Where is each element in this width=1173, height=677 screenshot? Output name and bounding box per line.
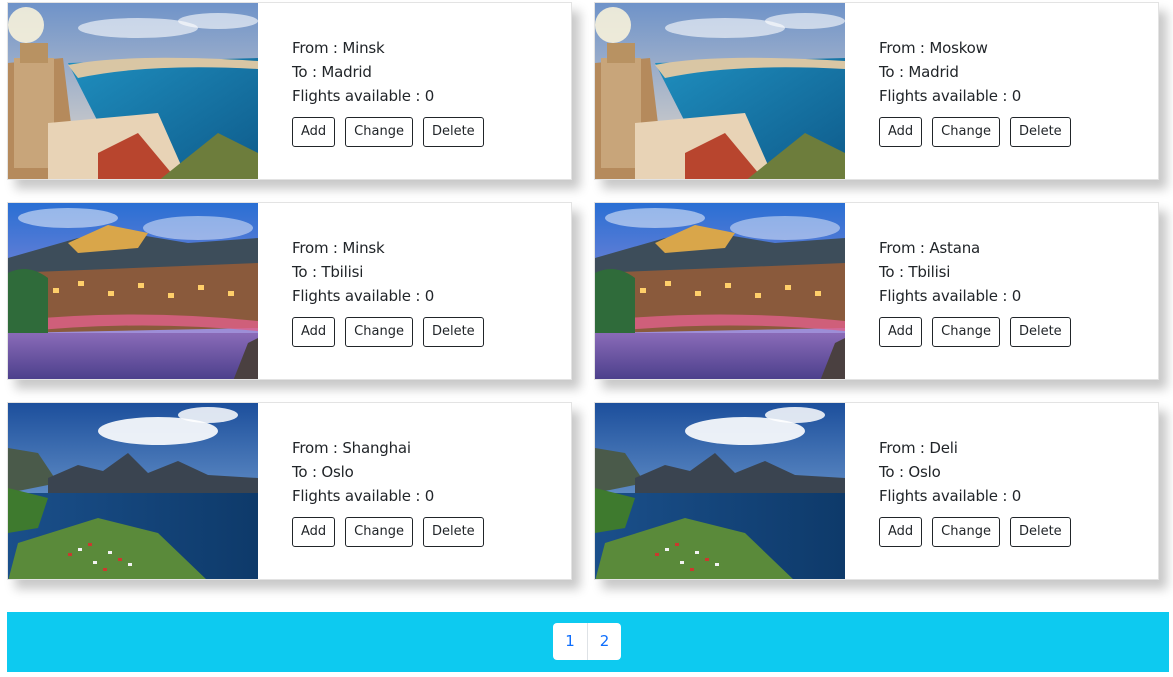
add-button[interactable]: Add bbox=[879, 317, 923, 347]
to-line: To : Tbilisi bbox=[879, 263, 951, 281]
to-line: To : Madrid bbox=[292, 63, 372, 81]
delete-button[interactable]: Delete bbox=[1009, 517, 1071, 547]
change-button[interactable]: Change bbox=[932, 517, 1000, 547]
delete-button[interactable]: Delete bbox=[422, 117, 484, 147]
flights-line: Flights available : 0 bbox=[879, 87, 1022, 105]
destination-image bbox=[8, 403, 258, 579]
flights-line: Flights available : 0 bbox=[292, 87, 435, 105]
flights-count: 0 bbox=[424, 87, 435, 105]
flights-count: 0 bbox=[424, 287, 435, 305]
to-city: Oslo bbox=[321, 463, 354, 481]
flights-count: 0 bbox=[424, 487, 435, 505]
from-city: Deli bbox=[929, 439, 958, 457]
pagination-bar: 1 2 bbox=[7, 612, 1169, 672]
flights-grid: From : Minsk To : Madrid Flights availab… bbox=[0, 0, 1173, 677]
flight-card: From : Moskow To : Madrid Flights availa… bbox=[594, 2, 1159, 180]
add-button[interactable]: Add bbox=[292, 317, 336, 347]
flight-card: From : Minsk To : Madrid Flights availab… bbox=[7, 2, 572, 180]
destination-image bbox=[595, 403, 845, 579]
flight-info: From : Astana To : Tbilisi Flights avail… bbox=[879, 236, 1149, 347]
flight-info: From : Minsk To : Tbilisi Flights availa… bbox=[292, 236, 562, 347]
pagination: 1 2 bbox=[553, 623, 621, 660]
delete-button[interactable]: Delete bbox=[422, 317, 484, 347]
night-city-photo bbox=[8, 203, 258, 379]
flight-info: From : Shanghai To : Oslo Flights availa… bbox=[292, 436, 562, 547]
to-line: To : Madrid bbox=[879, 63, 959, 81]
destination-image bbox=[8, 203, 258, 379]
from-city: Astana bbox=[929, 239, 981, 257]
flight-card: From : Minsk To : Tbilisi Flights availa… bbox=[7, 202, 572, 380]
flight-info: From : Minsk To : Madrid Flights availab… bbox=[292, 36, 562, 147]
from-city: Minsk bbox=[342, 39, 385, 57]
change-button[interactable]: Change bbox=[932, 117, 1000, 147]
flight-card: From : Shanghai To : Oslo Flights availa… bbox=[7, 402, 572, 580]
flights-count: 0 bbox=[1011, 487, 1022, 505]
from-city: Shanghai bbox=[342, 439, 411, 457]
from-city: Minsk bbox=[342, 239, 385, 257]
to-city: Madrid bbox=[321, 63, 372, 81]
destination-image bbox=[595, 3, 845, 179]
flights-line: Flights available : 0 bbox=[292, 487, 435, 505]
to-line: To : Oslo bbox=[879, 463, 941, 481]
to-city: Oslo bbox=[908, 463, 941, 481]
to-city: Tbilisi bbox=[908, 263, 951, 281]
destination-image bbox=[8, 3, 258, 179]
change-button[interactable]: Change bbox=[345, 117, 413, 147]
add-button[interactable]: Add bbox=[292, 517, 336, 547]
from-city: Moskow bbox=[929, 39, 988, 57]
coastal-town-photo bbox=[595, 3, 845, 179]
fjord-mountains-photo bbox=[595, 403, 845, 579]
flight-info: From : Moskow To : Madrid Flights availa… bbox=[879, 36, 1149, 147]
to-line: To : Tbilisi bbox=[292, 263, 364, 281]
delete-button[interactable]: Delete bbox=[422, 517, 484, 547]
flights-line: Flights available : 0 bbox=[292, 287, 435, 305]
fjord-mountains-photo bbox=[8, 403, 258, 579]
change-button[interactable]: Change bbox=[345, 317, 413, 347]
delete-button[interactable]: Delete bbox=[1009, 317, 1071, 347]
from-line: From : Moskow bbox=[879, 39, 988, 57]
change-button[interactable]: Change bbox=[345, 517, 413, 547]
flight-card: From : Deli To : Oslo Flights available … bbox=[594, 402, 1159, 580]
delete-button[interactable]: Delete bbox=[1009, 117, 1071, 147]
to-city: Tbilisi bbox=[321, 263, 364, 281]
flight-info: From : Deli To : Oslo Flights available … bbox=[879, 436, 1149, 547]
flights-count: 0 bbox=[1011, 287, 1022, 305]
from-line: From : Minsk bbox=[292, 39, 385, 57]
flights-line: Flights available : 0 bbox=[879, 287, 1022, 305]
flight-card: From : Astana To : Tbilisi Flights avail… bbox=[594, 202, 1159, 380]
from-line: From : Deli bbox=[879, 439, 958, 457]
from-line: From : Astana bbox=[879, 239, 981, 257]
coastal-town-photo bbox=[8, 3, 258, 179]
from-line: From : Minsk bbox=[292, 239, 385, 257]
page-link-2[interactable]: 2 bbox=[587, 623, 621, 660]
flights-line: Flights available : 0 bbox=[879, 487, 1022, 505]
page-link-1[interactable]: 1 bbox=[553, 623, 587, 660]
add-button[interactable]: Add bbox=[879, 517, 923, 547]
night-city-photo bbox=[595, 203, 845, 379]
from-line: From : Shanghai bbox=[292, 439, 411, 457]
to-city: Madrid bbox=[908, 63, 959, 81]
destination-image bbox=[595, 203, 845, 379]
add-button[interactable]: Add bbox=[292, 117, 336, 147]
change-button[interactable]: Change bbox=[932, 317, 1000, 347]
to-line: To : Oslo bbox=[292, 463, 354, 481]
add-button[interactable]: Add bbox=[879, 117, 923, 147]
flights-count: 0 bbox=[1011, 87, 1022, 105]
